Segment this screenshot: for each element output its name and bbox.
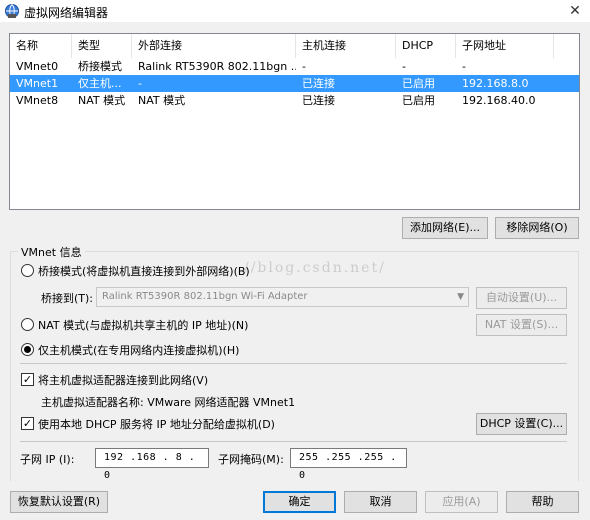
watermark: //blog.csdn.net/ xyxy=(244,260,386,276)
connect-adapter-checkbox[interactable]: ✓ xyxy=(21,373,34,386)
cell-subnet: 192.168.40.0 xyxy=(462,94,536,107)
connect-adapter-label[interactable]: 将主机虚拟适配器连接到此网络(V) xyxy=(38,372,208,388)
dhcp-settings-button[interactable]: DHCP 设置(C)... xyxy=(476,413,567,435)
dhcp-checkbox[interactable]: ✓ xyxy=(21,417,34,430)
cell-type: NAT 模式 xyxy=(78,94,126,107)
column-header-dhcp[interactable]: DHCP xyxy=(396,34,456,58)
column-header-subnet[interactable]: 子网地址 xyxy=(456,34,554,58)
table-row[interactable]: VMnet8 NAT 模式 NAT 模式 已连接 已启用 192.168.40.… xyxy=(10,92,579,109)
bridged-to-value: Ralink RT5390R 802.11bgn Wi-Fi Adapter xyxy=(102,291,308,302)
cancel-button[interactable]: 取消 xyxy=(344,491,417,513)
table-header: 名称 类型 外部连接 主机连接 DHCP 子网地址 xyxy=(10,34,579,58)
cell-host: - xyxy=(302,60,306,73)
close-icon[interactable]: ✕ xyxy=(560,0,590,22)
column-header-name[interactable]: 名称 xyxy=(10,34,72,58)
cell-name: VMnet8 xyxy=(16,94,59,107)
nat-mode-radio[interactable] xyxy=(21,318,34,331)
cell-type: 桥接模式 xyxy=(78,60,122,73)
group-title: VMnet 信息 xyxy=(18,244,85,260)
network-icon xyxy=(5,4,19,18)
column-header-host[interactable]: 主机连接 xyxy=(296,34,396,58)
title-bar: 虚拟网络编辑器 ✕ xyxy=(0,0,590,22)
cell-dhcp: - xyxy=(402,60,406,73)
bridged-mode-label[interactable]: 桥接模式(将虚拟机直接连接到外部网络)(B) xyxy=(38,263,250,279)
column-header-external[interactable]: 外部连接 xyxy=(132,34,296,58)
cell-name: VMnet0 xyxy=(16,60,59,73)
cell-name: VMnet1 xyxy=(16,77,59,90)
dhcp-label[interactable]: 使用本地 DHCP 服务将 IP 地址分配给虚拟机(D) xyxy=(38,416,275,432)
column-header-type[interactable]: 类型 xyxy=(72,34,132,58)
cell-external: NAT 模式 xyxy=(138,94,186,107)
remove-network-button[interactable]: 移除网络(O) xyxy=(495,217,579,239)
chevron-down-icon: ▼ xyxy=(457,292,464,302)
bridged-mode-radio[interactable] xyxy=(21,264,34,277)
cell-external: Ralink RT5390R 802.11bgn ... xyxy=(138,60,296,73)
hostonly-mode-radio[interactable] xyxy=(21,343,34,356)
restore-defaults-button[interactable]: 恢复默认设置(R) xyxy=(10,491,108,513)
cell-dhcp: 已启用 xyxy=(402,77,435,90)
subnet-ip-input[interactable]: 192 .168 . 8 . 0 xyxy=(95,448,209,481)
cell-subnet: - xyxy=(462,60,466,73)
network-list[interactable]: 名称 类型 外部连接 主机连接 DHCP 子网地址 VMnet0 桥接模式 Ra… xyxy=(9,33,580,210)
cell-host: 已连接 xyxy=(302,94,335,107)
window-title: 虚拟网络编辑器 xyxy=(24,6,109,20)
subnet-mask-label: 子网掩码(M): xyxy=(218,453,284,466)
help-button[interactable]: 帮助 xyxy=(506,491,579,513)
cell-subnet: 192.168.8.0 xyxy=(462,77,529,90)
table-row[interactable]: VMnet0 桥接模式 Ralink RT5390R 802.11bgn ...… xyxy=(10,58,579,75)
adapter-name-label: 主机虚拟适配器名称: VMware 网络适配器 VMnet1 xyxy=(41,396,296,409)
cell-external: - xyxy=(138,77,142,90)
cell-dhcp: 已启用 xyxy=(402,94,435,107)
apply-button[interactable]: 应用(A) xyxy=(425,491,498,513)
bridged-to-label: 桥接到(T): xyxy=(41,292,94,305)
add-network-button[interactable]: 添加网络(E)... xyxy=(402,217,488,239)
bridged-to-select[interactable]: Ralink RT5390R 802.11bgn Wi-Fi Adapter ▼ xyxy=(96,287,469,307)
nat-mode-label[interactable]: NAT 模式(与虚拟机共享主机的 IP 地址)(N) xyxy=(38,317,248,333)
hostonly-mode-label[interactable]: 仅主机模式(在专用网络内连接虚拟机)(H) xyxy=(38,342,239,358)
ok-button[interactable]: 确定 xyxy=(263,491,336,513)
cell-host: 已连接 xyxy=(302,77,335,90)
subnet-mask-input[interactable]: 255 .255 .255 . 0 xyxy=(290,448,407,481)
vmnet-info-group xyxy=(10,251,579,481)
separator xyxy=(20,441,567,442)
auto-settings-button[interactable]: 自动设置(U)... xyxy=(476,287,567,309)
table-row[interactable]: VMnet1 仅主机... - 已连接 已启用 192.168.8.0 xyxy=(10,75,579,92)
nat-settings-button[interactable]: NAT 设置(S)... xyxy=(476,314,567,336)
separator xyxy=(20,363,567,364)
cell-type: 仅主机... xyxy=(78,77,122,90)
subnet-ip-label: 子网 IP (I): xyxy=(20,453,75,466)
